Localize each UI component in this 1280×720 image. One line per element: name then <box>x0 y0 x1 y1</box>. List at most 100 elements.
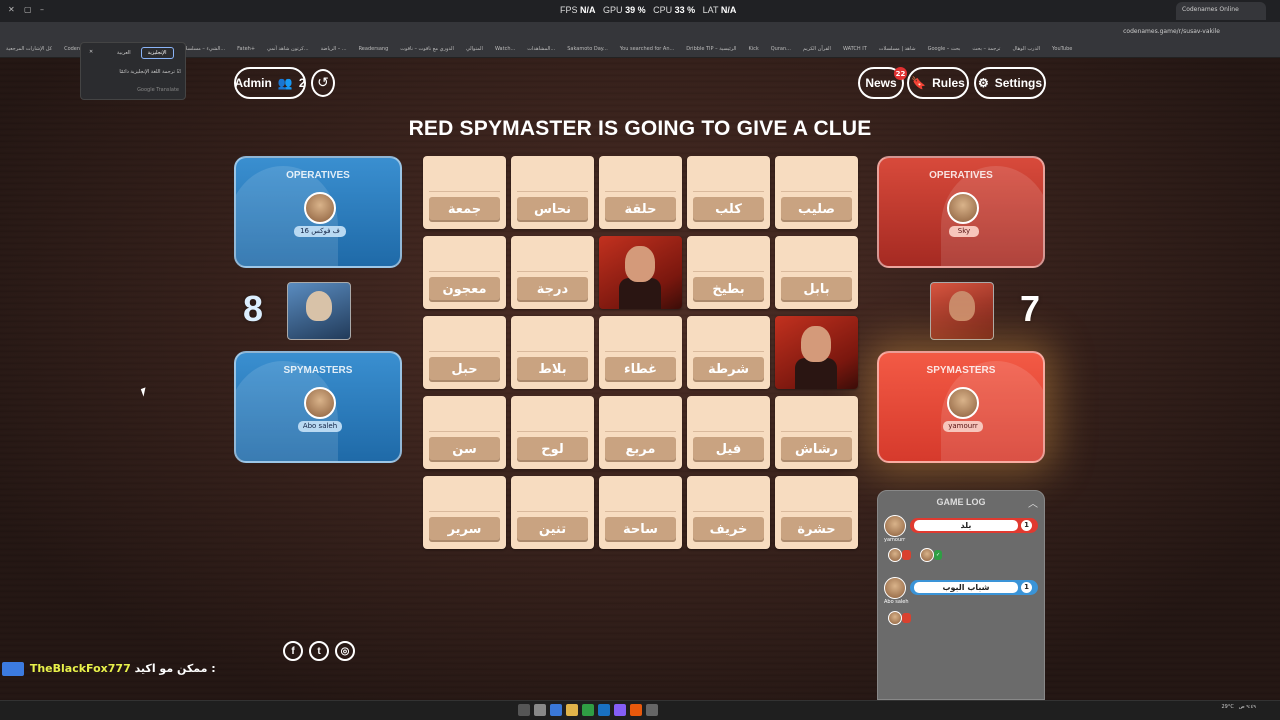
address-bar[interactable]: codenames.game/r/susav-vakile <box>0 22 1280 42</box>
bookmark-item[interactable]: المشاهدات... <box>527 46 555 52</box>
bookmark-item[interactable]: شاهد | مسلسلات <box>879 46 916 52</box>
bookmark-item[interactable]: كرتون شاهد أنمي... <box>267 46 309 52</box>
card-top <box>605 402 676 432</box>
settings-button[interactable]: ⚙ Settings <box>974 67 1046 99</box>
bookmark-item[interactable]: الدوري مع ناقوت – ناقوت <box>400 46 454 52</box>
gear-icon: ⚙ <box>977 76 989 90</box>
word-card[interactable]: معجون <box>423 236 506 309</box>
rules-label: Rules <box>932 76 965 90</box>
translate-tab-arabic[interactable]: العربية <box>111 48 137 58</box>
bookmark-item[interactable]: Fateh+ <box>237 46 255 52</box>
blue-spymasters-panel[interactable]: SPYMASTERS Abo saleh <box>234 351 402 463</box>
card-word: غطاء <box>605 357 676 382</box>
word-card[interactable]: فيل <box>687 396 770 469</box>
bookmark-icon: 🔖 <box>911 76 927 90</box>
twitter-icon[interactable]: t <box>309 641 329 661</box>
minimize-icon[interactable]: – <box>40 5 44 14</box>
word-card[interactable]: رشاش <box>775 396 858 469</box>
admin-button[interactable]: Admin 👥 2 <box>234 67 306 99</box>
card-top <box>605 162 676 192</box>
word-card[interactable]: حبل <box>423 316 506 389</box>
card-word: بلاط <box>517 357 588 382</box>
word-card[interactable]: ساحة <box>599 476 682 549</box>
word-card[interactable]: بلاط <box>511 316 594 389</box>
card-word: كلب <box>693 197 764 222</box>
word-card[interactable]: نحاس <box>511 156 594 229</box>
app-icon[interactable] <box>518 704 530 716</box>
word-card[interactable]: شرطة <box>687 316 770 389</box>
bookmark-item[interactable]: المتوالي <box>466 46 483 52</box>
bookmark-item[interactable]: Kick <box>748 46 758 52</box>
facebook-icon[interactable]: f <box>283 641 303 661</box>
word-card[interactable]: جمعة <box>423 156 506 229</box>
word-card[interactable]: بابل <box>775 236 858 309</box>
app-icon[interactable] <box>550 704 562 716</box>
card-word: حلقة <box>605 197 676 222</box>
bookmark-item[interactable]: You searched for An... <box>620 46 674 52</box>
word-card[interactable]: بطيخ <box>687 236 770 309</box>
bookmark-item[interactable]: Dribble TIP – الرئيسية <box>686 46 736 52</box>
player-name: Abo saleh <box>298 421 342 432</box>
card-word: صليب <box>781 197 852 222</box>
browser-tab[interactable]: Codenames Online <box>1176 2 1266 20</box>
word-card[interactable]: تنين <box>511 476 594 549</box>
translate-tab-english[interactable]: الإنجليزية <box>140 47 174 59</box>
chevron-up-icon[interactable]: ︿ <box>1028 495 1038 510</box>
card-top <box>429 322 500 352</box>
folder-icon[interactable] <box>566 704 578 716</box>
rules-button[interactable]: 🔖 Rules <box>907 67 969 99</box>
close-icon[interactable]: ✕ <box>8 5 15 14</box>
word-card[interactable]: مربع <box>599 396 682 469</box>
word-card[interactable]: حلقة <box>599 156 682 229</box>
bookmark-item[interactable]: Google – بحث <box>928 46 961 52</box>
url-text[interactable]: codenames.game/r/susav-vakile <box>1123 28 1220 35</box>
bookmark-item[interactable]: YouTube <box>1052 46 1072 52</box>
app-icon[interactable] <box>582 704 594 716</box>
bookmark-item[interactable]: الرياضة – ... <box>321 46 347 52</box>
word-card[interactable]: كلب <box>687 156 770 229</box>
word-card[interactable]: لوح <box>511 396 594 469</box>
clock[interactable]: 29°C ٩:٤٩ ص <box>1221 704 1256 710</box>
close-icon[interactable]: ✕ <box>89 49 93 55</box>
red-operatives-panel[interactable]: OPERATIVES Sky <box>877 156 1045 268</box>
red-spymasters-panel[interactable]: SPYMASTERS yamourr <box>877 351 1045 463</box>
translate-always-option[interactable]: ترجمة اللغة الإنجليزية دائمًا ☑ <box>95 69 181 75</box>
chrome-icon[interactable] <box>630 704 642 716</box>
word-card[interactable]: حشرة <box>775 476 858 549</box>
bookmark-item[interactable]: Watch... <box>495 46 515 52</box>
bookmark-item[interactable]: Readersang <box>359 46 389 52</box>
bookmark-item[interactable]: ترجمة – بحث <box>972 46 1000 52</box>
card-word: درجة <box>517 277 588 302</box>
taskbar: 29°C ٩:٤٩ ص <box>0 700 1280 720</box>
word-card[interactable]: خريف <box>687 476 770 549</box>
avatar <box>888 548 902 562</box>
card-word: فيل <box>693 437 764 462</box>
instagram-icon[interactable]: ◎ <box>335 641 355 661</box>
word-card[interactable]: درجة <box>511 236 594 309</box>
word-card[interactable]: سرير <box>423 476 506 549</box>
clue-number: 1 <box>1021 520 1032 531</box>
avatar <box>304 387 336 419</box>
bookmark-item[interactable]: القرآن الكريم <box>803 46 831 52</box>
app-icon[interactable] <box>534 704 546 716</box>
app-icon[interactable] <box>614 704 626 716</box>
word-card[interactable]: صليب <box>775 156 858 229</box>
bookmark-item[interactable]: الشيء – مسلسلات... <box>180 46 225 52</box>
bookmark-item[interactable]: Quran... <box>771 46 791 52</box>
avatar <box>884 515 906 537</box>
bookmark-item[interactable]: Sakamoto Day... <box>567 46 608 52</box>
word-card[interactable]: غطاء <box>599 316 682 389</box>
bookmark-item[interactable]: كل الإشارات المرجعية <box>6 46 52 52</box>
word-card-revealed-red <box>775 316 858 389</box>
word-card[interactable]: سن <box>423 396 506 469</box>
card-word: شرطة <box>693 357 764 382</box>
bookmark-item[interactable]: WATCH IT <box>843 46 867 52</box>
app-icon[interactable] <box>598 704 610 716</box>
player-name: ف فوكس 16 <box>294 226 346 237</box>
reset-icon[interactable]: ↺ <box>311 69 335 97</box>
blue-operatives-panel[interactable]: OPERATIVES ف فوكس 16 <box>234 156 402 268</box>
app-icon[interactable] <box>646 704 658 716</box>
clue-word: شباب البوب <box>914 582 1018 593</box>
maximize-icon[interactable]: ▢ <box>24 5 32 14</box>
bookmark-item[interactable]: الدرب الوهال <box>1012 46 1040 52</box>
